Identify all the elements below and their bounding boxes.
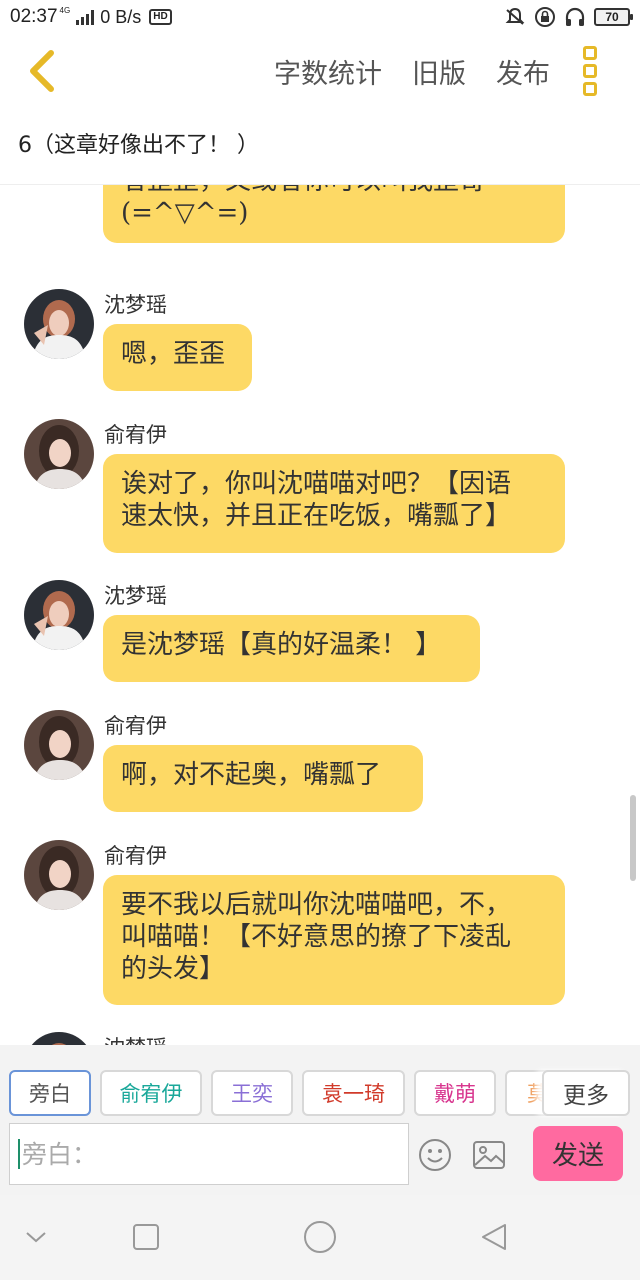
more-dot-icon xyxy=(583,82,597,96)
circle-icon xyxy=(304,1221,336,1253)
chapter-title: 6（这章好像出不了！ ） xyxy=(18,133,259,158)
vibrate-icon xyxy=(504,6,526,28)
more-dot-icon xyxy=(583,46,597,60)
composer: 旁白 俞宥伊 王奕 袁一琦 戴萌 莫 更多 发送 xyxy=(0,1045,640,1195)
more-roles-button[interactable]: 更多 xyxy=(542,1070,630,1116)
speaker-name: 俞宥伊 xyxy=(104,714,167,738)
chat-list[interactable]: 者歪歪，又或者你可以叫我歪哥 (=^▽^=) 沈梦瑶 嗯，歪歪 俞宥伊 诶对了，… xyxy=(0,185,640,1045)
chevron-left-icon xyxy=(30,50,54,92)
role-label: 戴萌 xyxy=(434,1082,476,1106)
more-dot-icon xyxy=(583,64,597,78)
back-nav-button[interactable] xyxy=(474,1219,514,1255)
role-tab[interactable]: 旁白 xyxy=(9,1070,91,1116)
message-bubble[interactable]: 是沈梦瑶【真的好温柔！ 】 xyxy=(103,615,480,682)
role-tab[interactable]: 王奕 xyxy=(211,1070,293,1116)
system-nav-bar xyxy=(0,1195,640,1280)
role-label: 旁白 xyxy=(29,1082,71,1106)
message-bubble[interactable]: 者歪歪，又或者你可以叫我歪哥 (=^▽^=) xyxy=(103,185,565,243)
publish-button[interactable]: 发布 xyxy=(496,52,550,91)
smiley-icon xyxy=(419,1139,451,1171)
network-speed: 0 B/s xyxy=(100,6,142,27)
more-menu-button[interactable] xyxy=(580,46,600,96)
speaker-name: 沈梦瑶 xyxy=(104,584,167,608)
role-tab[interactable]: 俞宥伊 xyxy=(100,1070,202,1116)
lock-rotation-icon xyxy=(534,6,556,28)
avatar[interactable] xyxy=(24,840,94,910)
collapse-button[interactable] xyxy=(16,1219,56,1255)
header-actions: 字数统计 旧版 发布 xyxy=(274,34,550,108)
image-button[interactable] xyxy=(472,1139,506,1171)
network-type: 4G xyxy=(59,6,71,15)
send-button[interactable]: 发送 xyxy=(533,1126,623,1181)
emoji-button[interactable] xyxy=(418,1138,452,1172)
speaker-name: 俞宥伊 xyxy=(104,844,167,868)
battery-icon: 70 xyxy=(594,8,633,26)
old-version-button[interactable]: 旧版 xyxy=(412,52,466,91)
hd-icon: HD xyxy=(149,9,172,25)
status-time: 02:37 xyxy=(10,6,58,27)
speaker-name: 沈梦瑶 xyxy=(104,293,167,317)
triangle-back-icon xyxy=(482,1224,506,1250)
message-bubble[interactable]: 要不我以后就叫你沈喵喵吧，不， 叫喵喵！【不好意思的撩了下凌乱 的头发】 xyxy=(103,875,565,1005)
app-header: 字数统计 旧版 发布 xyxy=(0,34,640,108)
role-label: 王奕 xyxy=(231,1082,273,1106)
role-label: 袁一琦 xyxy=(322,1082,385,1106)
speaker-name: 俞宥伊 xyxy=(104,423,167,447)
word-count-button[interactable]: 字数统计 xyxy=(274,52,382,91)
message-bubble[interactable]: 啊，对不起奥，嘴瓢了 xyxy=(103,745,423,812)
signal-icon xyxy=(76,9,95,25)
image-icon xyxy=(473,1141,505,1169)
speaker-name: 沈梦瑶 xyxy=(104,1032,167,1045)
back-button[interactable] xyxy=(20,46,64,96)
avatar[interactable] xyxy=(24,289,94,359)
text-caret xyxy=(18,1139,20,1169)
scrollbar[interactable] xyxy=(630,795,636,881)
message-bubble[interactable]: 诶对了，你叫沈喵喵对吧？【因语 速太快，并且正在吃饭，嘴瓢了】 xyxy=(103,454,565,553)
avatar[interactable] xyxy=(24,419,94,489)
avatar[interactable] xyxy=(24,580,94,650)
message-bubble[interactable]: 嗯，歪歪 xyxy=(103,324,252,391)
role-tab[interactable]: 戴萌 xyxy=(414,1070,496,1116)
avatar[interactable] xyxy=(24,710,94,780)
message-input-box[interactable] xyxy=(9,1123,409,1185)
chevron-down-icon xyxy=(26,1232,46,1243)
recents-button[interactable] xyxy=(126,1219,166,1255)
message-input[interactable] xyxy=(22,1139,382,1169)
status-bar: 02:37 4G 0 B/s HD 70 xyxy=(0,0,640,34)
square-icon xyxy=(133,1224,159,1250)
headphones-icon xyxy=(564,6,586,28)
avatar[interactable] xyxy=(24,1032,94,1045)
role-tab[interactable]: 袁一琦 xyxy=(302,1070,405,1116)
home-button[interactable] xyxy=(300,1219,340,1255)
role-label: 俞宥伊 xyxy=(119,1082,183,1106)
